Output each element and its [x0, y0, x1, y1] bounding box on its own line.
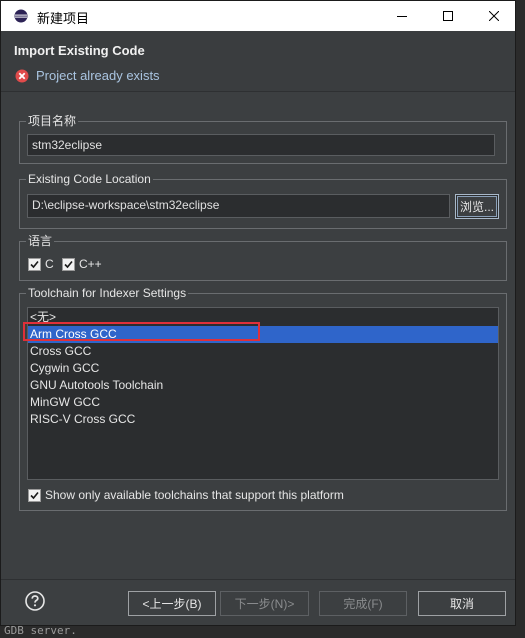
minimize-icon [397, 16, 407, 17]
eclipse-icon [14, 9, 28, 23]
back-button[interactable]: <上一步(B) [128, 591, 216, 616]
toolchain-label: Toolchain for Indexer Settings [26, 286, 189, 300]
error-icon [15, 69, 29, 83]
maximize-button[interactable] [425, 1, 471, 31]
list-item[interactable]: GNU Autotools Toolchain [28, 377, 498, 394]
cancel-button[interactable]: 取消 [418, 591, 506, 616]
close-button[interactable] [471, 1, 517, 31]
list-item[interactable]: RISC-V Cross GCC [28, 411, 498, 428]
title-bar[interactable]: 新建项目 [1, 1, 515, 31]
next-button[interactable]: 下一步(N)> [220, 591, 309, 616]
page-title: Import Existing Code [14, 43, 145, 58]
language-c-label: C [45, 257, 54, 271]
list-item[interactable]: Cross GCC [28, 343, 498, 360]
annotation-highlight-box [23, 322, 260, 341]
language-label: 语言 [26, 234, 55, 248]
project-name-input[interactable]: stm32eclipse [27, 134, 495, 156]
maximize-icon [443, 11, 453, 21]
language-cpp-label: C++ [79, 257, 102, 271]
minimize-button[interactable] [379, 1, 425, 31]
project-name-label: 项目名称 [26, 114, 79, 128]
checkbox-checked-icon [28, 257, 41, 271]
help-icon[interactable] [25, 591, 45, 611]
show-available-toolchains-checkbox[interactable]: Show only available toolchains that supp… [28, 488, 344, 502]
browse-button[interactable]: 浏览... [455, 194, 499, 219]
location-input[interactable]: D:\eclipse-workspace\stm32eclipse [27, 194, 450, 218]
list-item[interactable]: Cygwin GCC [28, 360, 498, 377]
show-available-toolchains-label: Show only available toolchains that supp… [45, 488, 344, 502]
wizard-header: Import Existing Code Project already exi… [1, 31, 515, 92]
footer-separator [1, 579, 515, 580]
location-label: Existing Code Location [26, 172, 153, 186]
new-project-dialog: 新建项目 Import Existing Code Project alread… [0, 0, 516, 626]
language-cpp-checkbox[interactable]: C++ [62, 257, 102, 271]
error-message: Project already exists [36, 68, 160, 83]
checkbox-checked-icon [62, 257, 75, 271]
checkbox-checked-icon [28, 488, 41, 502]
finish-button[interactable]: 完成(F) [319, 591, 407, 616]
list-item[interactable]: MinGW GCC [28, 394, 498, 411]
close-icon [489, 11, 499, 21]
window-title: 新建项目 [37, 12, 90, 27]
language-c-checkbox[interactable]: C [28, 257, 54, 271]
